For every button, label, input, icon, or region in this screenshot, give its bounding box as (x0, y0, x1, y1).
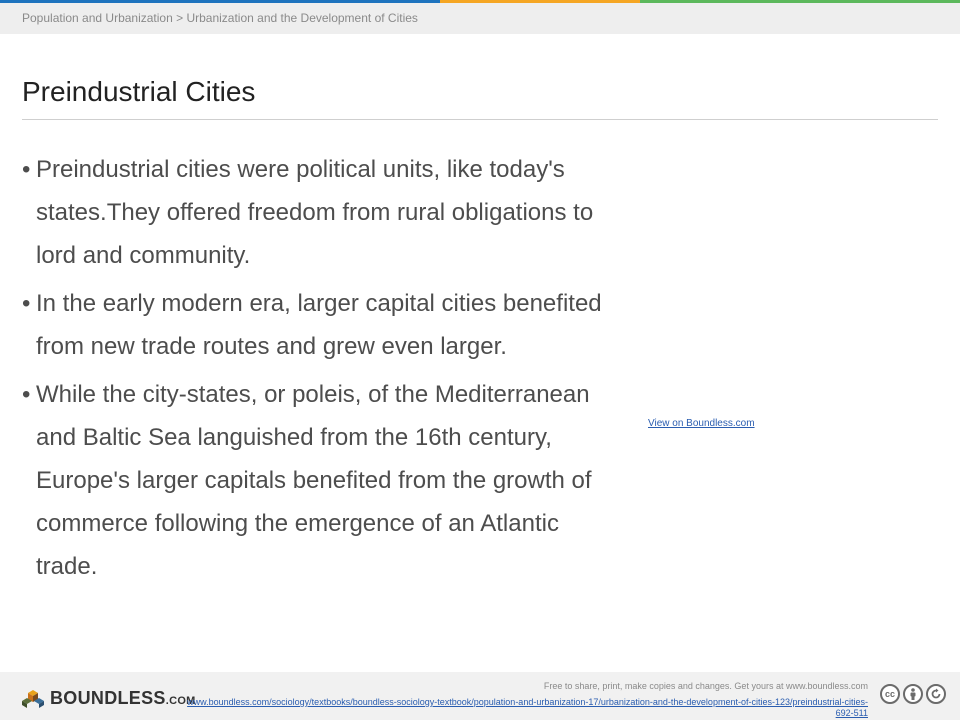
source-url-link[interactable]: www.boundless.com/sociology/textbooks/bo… (180, 697, 868, 719)
slide-title: Preindustrial Cities (22, 76, 256, 107)
sa-icon (926, 684, 946, 704)
view-on-boundless-link[interactable]: View on Boundless.com (648, 418, 755, 429)
accent-stripes (0, 0, 960, 3)
share-alike-icon (931, 688, 941, 699)
bullet-dot: • (22, 290, 31, 317)
bullet-text: Preindustrial cities were political unit… (36, 156, 594, 269)
bullet-list: • Preindustrial cities were political uni… (22, 148, 622, 593)
accent-stripe-green (640, 0, 960, 3)
bullet-text: In the early modern era, larger capital … (36, 290, 602, 360)
boundless-logo[interactable]: BOUNDLESS.COM (22, 688, 196, 709)
bullet-dot: • (22, 156, 31, 183)
breadcrumb: Population and Urbanization > Urbanizati… (22, 11, 418, 25)
bullet-item: • In the early modern era, larger capital… (22, 282, 622, 368)
bullet-text: While the city-states, or poleis, of the… (36, 381, 592, 580)
logo-text: BOUNDLESS.COM (50, 688, 196, 709)
by-icon (903, 684, 923, 704)
cc-license-badge[interactable]: cc (880, 684, 946, 704)
logo-wordmark: BOUNDLESS (50, 688, 166, 708)
boundless-cubes-icon (22, 689, 44, 708)
bullet-item: • While the city-states, or poleis, of th… (22, 373, 622, 588)
bullet-item: • Preindustrial cities were political uni… (22, 148, 622, 277)
top-bar: Population and Urbanization > Urbanizati… (0, 0, 960, 34)
accent-stripe-blue (0, 0, 440, 3)
license-note: Free to share, print, make copies and ch… (543, 681, 868, 691)
bullet-dot: • (22, 381, 31, 408)
title-divider (22, 119, 938, 120)
person-icon (910, 688, 916, 700)
accent-stripe-orange (440, 0, 640, 3)
cc-icon: cc (880, 684, 900, 704)
